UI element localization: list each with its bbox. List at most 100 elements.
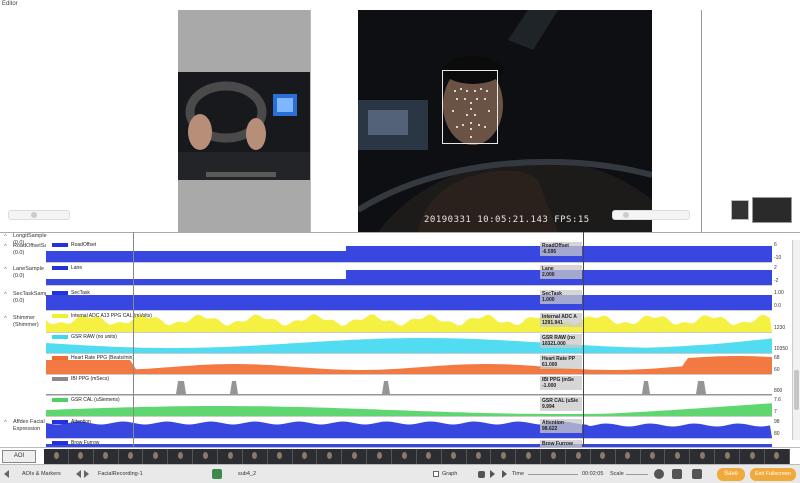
aois-markers-tab[interactable]: AOIs & Markers [22,468,61,480]
export-icon[interactable] [672,469,682,479]
frame-thumbnail[interactable] [392,449,417,464]
aoi-button[interactable]: AOI [2,450,36,463]
collapse-caret-icon[interactable]: ^ [4,244,7,250]
signal-track[interactable]: SecTask SecTask 1.000 [46,289,772,311]
time-cursor[interactable] [583,232,584,447]
cursor-value: -1.000 [542,383,557,389]
legend-swatch [52,314,68,318]
frame-thumbnail[interactable] [367,449,393,464]
frame-thumbnail[interactable] [118,449,144,464]
stop-icon[interactable] [478,471,485,478]
face-thumbnail[interactable] [752,197,792,223]
signal-track[interactable]: Brow Furrow Brow Furrow [46,439,772,447]
collapse-caret-icon[interactable]: ^ [4,316,7,322]
legend-text: IBI PPG (mSecs) [71,376,110,382]
signal-track[interactable]: Lane Lane 2.000 [46,264,772,286]
signal-track[interactable]: GSR CAL (uSiemens) GSR CAL (uSie 9.994 [46,396,772,417]
frame-thumbnail[interactable] [242,449,268,464]
signal-track[interactable]: Attention Attention 98.622 [46,418,772,439]
signal-track[interactable]: GSR RAW (no units) GSR RAW (no 10321.000 [46,333,772,354]
time-slider[interactable] [528,474,578,475]
gear-icon[interactable] [654,469,664,479]
legend-swatch [52,420,68,424]
legend-text: Lane [71,265,83,271]
recording-name[interactable]: FacialRecording-1 [98,468,143,480]
axis-max-label: 6 [774,242,777,248]
frame-thumbnail[interactable] [317,449,343,464]
cursor-value: 1291.941 [542,320,563,326]
save-button[interactable]: Save [717,468,745,481]
scale-slider[interactable] [626,474,648,475]
left-zoom-slider[interactable] [8,210,70,220]
legend-text: Attention [71,419,91,425]
frame-thumbnail[interactable] [193,449,219,464]
frame-thumbnail[interactable] [690,449,716,464]
frame-thumbnail[interactable] [615,449,641,464]
axis-max-label: 7.6 [774,397,781,403]
axis-min-label: -10 [774,255,782,261]
cursor-value-box: Lane 2.000 [540,265,582,279]
scene-thumbnail[interactable] [731,200,749,220]
subject-name[interactable]: sub4_2 [238,468,256,480]
frame-border-right [652,10,702,232]
frame-thumbnail[interactable] [416,449,442,464]
axis-min-label: 10350 [774,346,788,352]
frame-thumbnail[interactable] [665,449,691,464]
frame-thumbnail[interactable] [168,449,194,464]
frame-thumbnail[interactable] [218,449,243,464]
camera-icon[interactable] [692,469,702,479]
video-area: 20190331 10:05:21.143 FPS:15 [0,10,800,232]
frame-thumbnail[interactable] [491,449,517,464]
right-zoom-slider[interactable] [612,210,690,220]
cursor-value-box: IBI PPG (mSe -1.000 [540,376,582,390]
signal-legend: Heart Rate PPG (Beats/min) [52,355,134,361]
frame-thumbnail[interactable] [740,449,765,464]
sensor-label: Affdex Facial Expression [13,419,45,432]
frame-thumbnail[interactable] [566,449,591,464]
cursor-value-title: Brow Furrow [542,441,573,447]
frame-thumbnail[interactable] [541,449,567,464]
frame-thumbnail[interactable] [93,449,119,464]
play-icon[interactable] [490,470,495,478]
collapse-caret-icon[interactable]: ^ [4,292,7,298]
axis-min-label: 1230 [774,325,786,331]
collapse-caret-icon[interactable]: ^ [4,420,7,426]
signal-plot [46,270,772,285]
cursor-value: 61.000 [542,362,558,368]
exit-fullscreen-button[interactable]: Exit Fullscreen [750,468,796,481]
signal-legend: IBI PPG (mSecs) [52,376,109,382]
axis-min-label: -2 [774,278,779,284]
frame-thumbnail[interactable] [143,449,169,464]
legend-swatch [52,266,68,270]
frame-thumbnail[interactable] [267,449,293,464]
frame-thumbnail[interactable] [640,449,666,464]
axis-max-label: 68 [774,355,780,361]
signal-track[interactable]: Internal ADC A13 PPG CAL (mVolts) Interna… [46,312,772,333]
frame-thumbnails[interactable] [44,449,790,464]
timestamp-overlay: 20190331 10:05:21.143 FPS:15 [424,215,590,225]
frame-thumbnail[interactable] [466,449,492,464]
frame-thumbnail[interactable] [441,449,467,464]
signal-track[interactable]: RoadOffset RoadOffset -6.595 [46,241,772,263]
frame-thumbnail[interactable] [44,449,69,464]
frame-thumbnail[interactable] [68,449,94,464]
collapse-left-icon[interactable] [4,470,9,478]
legend-swatch [52,335,68,339]
step-forward-icon[interactable] [502,470,507,478]
frame-thumbnail[interactable] [342,449,368,464]
frame-thumbnail[interactable] [516,449,542,464]
frame-thumbnail[interactable] [590,449,616,464]
signal-track[interactable]: Heart Rate PPG (Beats/min) Heart Rate PP 6… [46,354,772,375]
tracks-scrollbar[interactable] [792,240,800,440]
prev-recording-icon[interactable] [76,470,81,478]
cursor-value-box: Heart Rate PP 61.000 [540,355,582,369]
next-recording-icon[interactable] [84,470,89,478]
graph-checkbox[interactable] [433,471,439,477]
collapse-caret-icon[interactable]: ^ [4,234,7,240]
sensor-label: LaneSample (0.0) [13,266,44,279]
frame-thumbnail[interactable] [715,449,741,464]
frame-thumbnail[interactable] [764,449,790,464]
signal-track[interactable]: IBI PPG (mSecs) IBI PPG (mSe -1.000 [46,375,772,396]
collapse-caret-icon[interactable]: ^ [4,267,7,273]
frame-thumbnail[interactable] [292,449,318,464]
